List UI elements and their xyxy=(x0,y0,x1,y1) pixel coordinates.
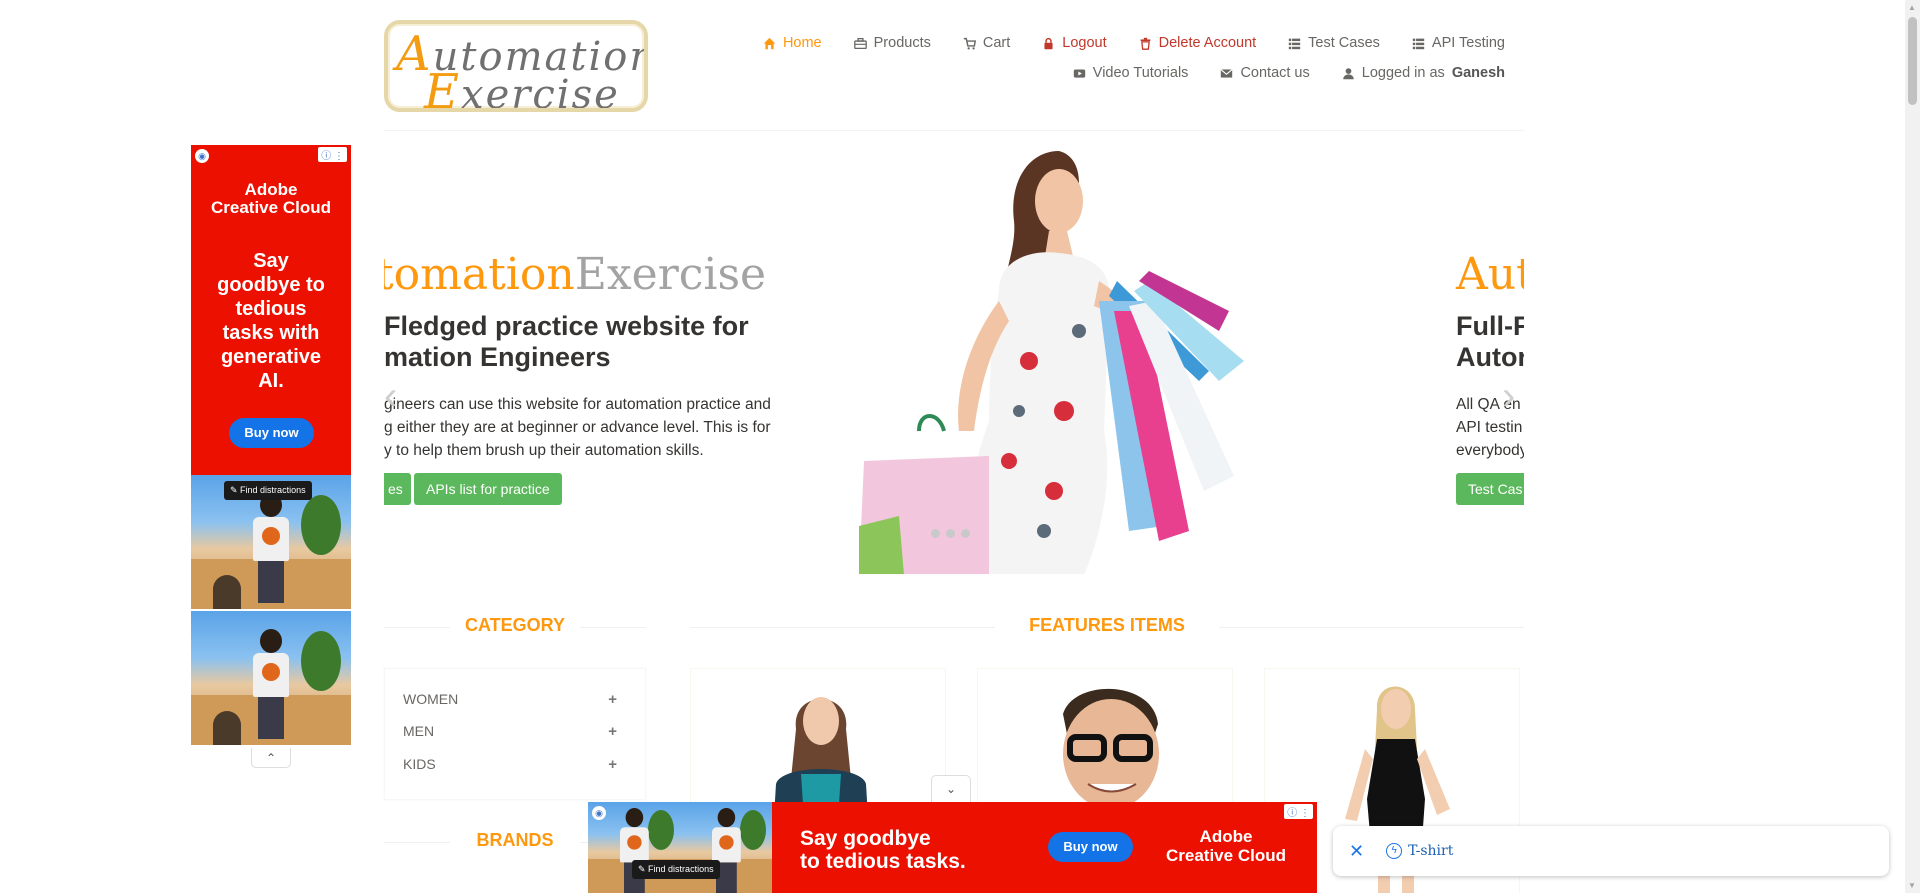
bolt-icon: ϟ xyxy=(1386,843,1403,859)
nav-home-label: Home xyxy=(782,35,822,51)
nav-row-1: Home Products Cart Logout Delete Account… xyxy=(745,28,1505,58)
main-nav: Home Products Cart Logout Delete Account… xyxy=(745,28,1505,88)
pencil-icon: ✎ xyxy=(638,864,649,874)
nav-contact-us[interactable]: Contact us xyxy=(1220,65,1310,81)
home-icon xyxy=(763,37,776,50)
scrollbar-thumb[interactable] xyxy=(1908,17,1917,105)
category-item-men[interactable]: MEN + xyxy=(403,721,617,741)
youtube-icon xyxy=(1073,67,1086,80)
category-heading: CATEGORY xyxy=(384,615,646,639)
lock-icon xyxy=(1042,37,1055,50)
site-logo[interactable]: Automation Exercise xyxy=(384,20,648,112)
cart-icon xyxy=(963,37,976,50)
apis-list-button[interactable]: APIs list for practice xyxy=(414,473,562,505)
left-ad-buy-button[interactable]: Buy now xyxy=(229,418,314,448)
category-item-kids[interactable]: KIDS + xyxy=(403,754,617,774)
nav-logout-label: Logout xyxy=(1062,35,1107,51)
briefcase-icon xyxy=(853,37,867,50)
find-distractions-button[interactable]: ✎ Find distractions xyxy=(224,481,312,500)
test-cases-button[interactable]: es xyxy=(384,473,411,505)
bottom-anchor-ad[interactable]: ◉ ✎ Find distractions Say goodbye to ted… xyxy=(588,802,1317,893)
slide-heading-line-1: Fledged practice website for xyxy=(384,311,749,341)
adchoices-icon[interactable]: ◉ xyxy=(592,806,606,820)
logged-in-username: Ganesh xyxy=(1451,65,1505,81)
ad-info-menu[interactable]: ⓘ ⋮ xyxy=(318,147,347,162)
logged-in-label: Logged in as xyxy=(1361,65,1445,81)
features-items-heading: FEATURES ITEMS xyxy=(690,615,1524,639)
left-ad-brand: Adobe Creative Cloud xyxy=(211,180,331,217)
nav-cart[interactable]: Cart xyxy=(963,35,1010,51)
plus-icon[interactable]: + xyxy=(608,691,617,708)
ad-info-menu[interactable]: ⓘ ⋮ xyxy=(1284,804,1313,819)
slide-description: gineers can use this website for automat… xyxy=(384,396,771,459)
nav-api-testing-label: API Testing xyxy=(1431,35,1505,51)
next-test-cases-button[interactable]: Test Cas xyxy=(1456,473,1524,505)
category-panel: WOMEN + MEN + KIDS + xyxy=(384,668,646,800)
next-slide-heading-line-1: Full-F xyxy=(1456,311,1524,341)
slide-heading-line-2: mation Engineers xyxy=(384,342,611,372)
close-icon[interactable]: ✕ xyxy=(1349,841,1364,862)
bottom-ad-buy-button[interactable]: Buy now xyxy=(1048,832,1133,862)
nav-cart-label: Cart xyxy=(982,35,1011,51)
nav-contact-us-label: Contact us xyxy=(1240,65,1310,81)
nav-row-2: Video Tutorials Contact us Logged in as … xyxy=(745,58,1505,88)
nav-home[interactable]: Home xyxy=(763,35,822,51)
left-sidebar-ad[interactable]: ◉ ⓘ ⋮ Adobe Creative Cloud Say goodbye t… xyxy=(191,145,351,768)
category-item-women[interactable]: WOMEN + xyxy=(403,689,617,709)
nav-delete-account[interactable]: Delete Account xyxy=(1139,35,1257,51)
logged-in-status: Logged in as Ganesh xyxy=(1342,65,1505,81)
vertical-scrollbar[interactable]: ▲ ▼ xyxy=(1905,0,1920,893)
nav-test-cases-label: Test Cases xyxy=(1308,35,1380,51)
category-label: MEN xyxy=(403,723,435,739)
list-icon xyxy=(1288,37,1301,50)
nav-delete-account-label: Delete Account xyxy=(1158,35,1257,51)
adchoices-icon[interactable]: ◉ xyxy=(195,149,209,163)
nav-video-tutorials[interactable]: Video Tutorials xyxy=(1073,65,1189,81)
nav-video-tutorials-label: Video Tutorials xyxy=(1092,65,1189,81)
next-slide-heading-line-2: Autor xyxy=(1456,342,1524,372)
category-label: WOMEN xyxy=(403,691,459,707)
find-distractions-button[interactable]: ✎ Find distractions xyxy=(632,860,720,879)
hero-model-image xyxy=(859,131,1299,574)
carousel-dot-3[interactable] xyxy=(961,529,970,538)
bottom-ad-slogan: Say goodbye to tedious tasks. xyxy=(800,827,966,873)
nav-products[interactable]: Products xyxy=(853,35,931,51)
carousel-dot-1[interactable] xyxy=(931,529,940,538)
hero-carousel: tomationExercise Fledged practice websit… xyxy=(384,130,1524,574)
carousel-dot-2[interactable] xyxy=(946,529,955,538)
pencil-icon: ✎ xyxy=(230,485,241,495)
search-term[interactable]: T-shirt xyxy=(1408,843,1453,859)
bottom-ad-photo-2 xyxy=(680,802,772,893)
chevron-down-icon[interactable]: ⌄ xyxy=(931,775,971,802)
next-slide-title: Aut xyxy=(1456,249,1524,300)
carousel-next-icon[interactable]: › xyxy=(1502,376,1515,416)
left-ad-slogan: Say goodbye to tedious tasks with genera… xyxy=(217,250,325,392)
bottom-ad-brand: Adobe Creative Cloud xyxy=(1166,827,1286,865)
left-ad-photo-1[interactable]: ✎ Find distractions xyxy=(191,475,351,609)
nav-test-cases[interactable]: Test Cases xyxy=(1288,35,1380,51)
plus-icon[interactable]: + xyxy=(608,756,617,773)
left-ad-banner[interactable]: ◉ ⓘ ⋮ Adobe Creative Cloud Say goodbye t… xyxy=(191,145,351,475)
plus-icon[interactable]: + xyxy=(608,723,617,740)
left-ad-photo-2[interactable] xyxy=(191,611,351,745)
carousel-indicators xyxy=(931,529,970,538)
search-suggestion-chip[interactable]: ✕ ϟ T-shirt xyxy=(1333,826,1889,876)
scroll-down-arrow-icon[interactable]: ▼ xyxy=(1908,881,1916,890)
nav-api-testing[interactable]: API Testing xyxy=(1412,35,1505,51)
slide-title: tomationExercise xyxy=(384,249,767,300)
list-icon xyxy=(1412,37,1425,50)
carousel-prev-icon[interactable]: ‹ xyxy=(384,376,397,416)
nav-logout[interactable]: Logout xyxy=(1042,35,1107,51)
user-icon xyxy=(1342,67,1355,80)
nav-products-label: Products xyxy=(873,35,931,51)
chevron-up-icon[interactable]: ⌃ xyxy=(251,748,291,768)
category-label: KIDS xyxy=(403,756,436,772)
trash-icon xyxy=(1139,37,1152,50)
envelope-icon xyxy=(1220,67,1233,80)
logo-line-2: Exercise xyxy=(424,64,620,112)
scroll-up-arrow-icon[interactable]: ▲ xyxy=(1908,3,1916,12)
